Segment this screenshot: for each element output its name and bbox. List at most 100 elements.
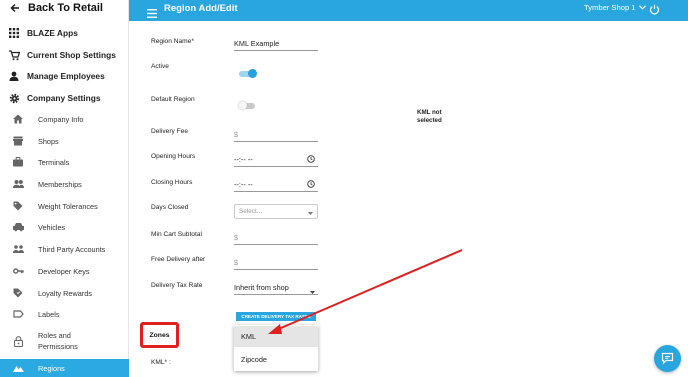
default-region-label: Default Region	[151, 96, 195, 103]
sidebar-item-label: BLAZE Apps	[27, 28, 78, 38]
sidebar-item-label: Weight Tolerances	[38, 201, 98, 211]
selected-tax-rate: Inherit from shop	[234, 283, 289, 292]
region-name-value: KML Example	[234, 39, 280, 48]
clock-icon[interactable]	[307, 155, 315, 165]
days-closed-select[interactable]: Select...	[234, 204, 318, 219]
currency-prefix: $	[234, 258, 239, 267]
sidebar-item-regions[interactable]: Regions	[0, 359, 129, 377]
gear-icon	[8, 92, 20, 104]
sidebar-item-label: Manage Employees	[27, 71, 105, 81]
region-name-label: Region Name*	[151, 38, 194, 45]
power-icon[interactable]	[649, 2, 660, 20]
sidebar-item-memberships[interactable]: Memberships	[12, 174, 129, 194]
toggle-knob	[248, 69, 257, 78]
sidebar-item-label: Regions	[38, 363, 65, 373]
sidebar-item-labels[interactable]: Labels	[12, 304, 129, 324]
sidebar-item-label: Vehicles	[38, 222, 66, 232]
tag-icon	[12, 200, 24, 212]
min-cart-subtotal-input[interactable]: $	[234, 231, 318, 245]
sidebar-item-current-shop-settings[interactable]: Current Shop Settings	[8, 48, 116, 62]
default-region-toggle[interactable]	[238, 101, 255, 110]
sidebar-item-vehicles[interactable]: Vehicles	[12, 217, 129, 237]
closing-hours-label: Closing Hours	[151, 179, 193, 186]
sidebar-item-weight-tolerances[interactable]: Weight Tolerances	[12, 196, 129, 216]
sidebar-item-label: Third Party Accounts	[38, 244, 106, 254]
select-placeholder: Select...	[239, 208, 263, 215]
sidebar-item-third-party-accounts[interactable]: Third Party Accounts	[12, 239, 129, 259]
back-to-retail-link[interactable]: Back To Retail	[10, 1, 103, 15]
sidebar-item-label: Developer Keys	[38, 266, 90, 276]
opening-hours-input[interactable]: --:-- --	[234, 153, 318, 167]
create-delivery-tax-rates-button[interactable]: CREATE DELIVERY TAX RATES	[236, 312, 316, 321]
zones-label-text: Zones	[149, 331, 170, 339]
opening-hours-label: Opening Hours	[151, 153, 196, 160]
zones-label: Zones	[140, 322, 179, 348]
sidebar: Back To Retail BLAZE Apps Current Shop S…	[0, 0, 129, 377]
zones-dropdown-menu: KML Zipcode	[234, 325, 318, 371]
sidebar-item-company-settings[interactable]: Company Settings	[8, 91, 101, 105]
label-icon	[12, 308, 24, 320]
cart-icon	[8, 49, 20, 61]
active-label: Active	[151, 63, 169, 70]
sidebar-item-blaze-apps[interactable]: BLAZE Apps	[8, 26, 78, 40]
caret-down-icon	[308, 210, 313, 217]
currency-prefix: $	[234, 233, 239, 242]
delivery-tax-rate-select[interactable]: Inherit from shop	[234, 281, 318, 295]
sidebar-item-label-roles: Roles and Permissions	[38, 331, 78, 351]
active-toggle[interactable]	[239, 69, 257, 78]
sidebar-item-label: Memberships	[38, 179, 82, 189]
time-value: --:-- --	[234, 180, 253, 189]
app-header: Region Add/Edit Tymber Shop 1	[129, 0, 688, 21]
sidebar-item-terminals[interactable]: Terminals	[12, 152, 129, 172]
apps-grid-icon	[8, 27, 20, 39]
sidebar-item-loyalty-rewards[interactable]: Loyalty Rewards	[12, 283, 129, 303]
menu-icon[interactable]	[147, 5, 157, 23]
shop-selector[interactable]: Tymber Shop 1	[584, 3, 646, 12]
sidebar-item-label: Company Settings	[27, 93, 101, 103]
clock-icon[interactable]	[307, 180, 315, 190]
free-delivery-label: Free Delivery after	[151, 256, 206, 263]
terrain-icon	[12, 362, 24, 374]
zone-option-zipcode[interactable]: Zipcode	[234, 349, 318, 370]
sidebar-item-label: Current Shop Settings	[27, 50, 116, 60]
loyalty-tag-icon	[12, 287, 24, 299]
person-icon	[8, 70, 20, 82]
delivery-tax-rate-label: Delivery Tax Rate	[151, 282, 203, 289]
sidebar-item-shops[interactable]: Shops	[12, 131, 129, 151]
sidebar-item-roles-and-permissions[interactable]: Roles and Permissions	[12, 329, 129, 353]
people-icon	[12, 178, 24, 190]
currency-prefix: $	[234, 130, 239, 139]
toggle-knob	[238, 101, 247, 110]
kml-status-note: KML not selected	[417, 109, 442, 124]
sidebar-item-label: Loyalty Rewards	[38, 288, 92, 298]
time-value: --:-- --	[234, 155, 253, 164]
delivery-fee-input[interactable]: $	[234, 128, 318, 142]
chat-button[interactable]	[654, 345, 681, 372]
accounts-icon	[12, 243, 24, 255]
sidebar-item-label: Company Info	[38, 114, 84, 124]
page-title: Region Add/Edit	[164, 3, 238, 14]
closing-hours-input[interactable]: --:-- --	[234, 178, 318, 192]
car-icon	[12, 221, 24, 233]
min-cart-subtotal-label: Min Cart Subtotal	[151, 231, 202, 238]
home-icon	[12, 113, 24, 125]
sidebar-item-label: Labels	[38, 309, 60, 319]
region-name-input[interactable]: KML Example	[234, 37, 318, 51]
back-label: Back To Retail	[28, 2, 103, 14]
caret-down-icon	[310, 287, 315, 296]
days-closed-label: Days Closed	[151, 204, 189, 211]
zone-option-kml[interactable]: KML	[234, 326, 318, 347]
sidebar-item-label: Shops	[38, 136, 59, 146]
free-delivery-input[interactable]: $	[234, 256, 318, 270]
key-icon	[12, 265, 24, 277]
sidebar-item-developer-keys[interactable]: Developer Keys	[12, 261, 129, 281]
kml-label: KML* :	[151, 359, 171, 366]
store-icon	[12, 135, 24, 147]
briefcase-icon	[12, 156, 24, 168]
lock-icon	[12, 335, 24, 347]
chevron-down-icon	[638, 5, 646, 10]
sidebar-item-label: Terminals	[38, 157, 70, 167]
sidebar-item-manage-employees[interactable]: Manage Employees	[8, 69, 105, 83]
chat-icon	[661, 352, 674, 365]
sidebar-item-company-info[interactable]: Company Info	[12, 109, 129, 129]
